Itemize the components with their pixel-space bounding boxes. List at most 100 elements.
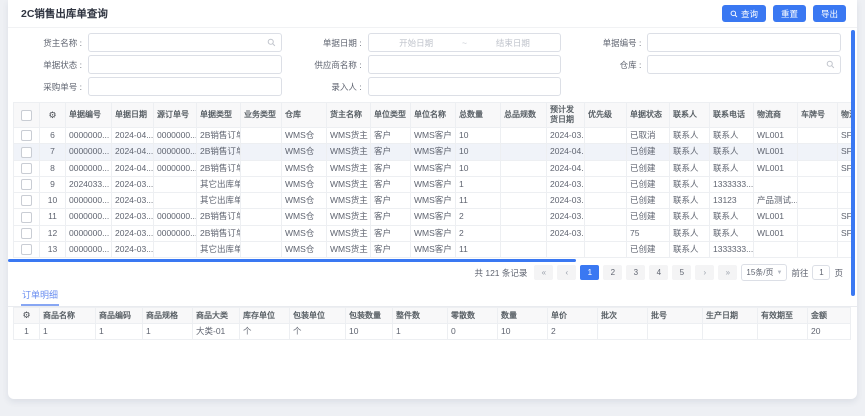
column-settings-icon[interactable]: ⚙ [22,310,30,320]
row-select-cell[interactable] [14,209,40,225]
table-cell: 已创建 [627,209,670,225]
page-button[interactable]: 3 [626,265,645,280]
page-size-select[interactable]: 15条/页▼ [741,264,787,281]
table-row[interactable]: 100000000...2024-03...其它出库单WMS仓WMS货主客户WM… [14,193,855,209]
row-checkbox[interactable] [21,130,32,141]
row-select-cell[interactable] [14,241,40,257]
row-select-cell[interactable] [14,160,40,176]
table-cell: 0000000... [66,128,112,144]
page-button[interactable]: 5 [672,265,691,280]
table-row[interactable]: 70000000...2024-04...0000000...2B销售订单WMS… [14,144,855,160]
table-row[interactable]: 60000000...2024-04...0000000...2B销售订单WMS… [14,128,855,144]
column-header: 生产日期 [703,308,758,324]
table-row[interactable]: 130000000...2024-03...其它出库单WMS仓WMS货主客户WM… [14,241,855,257]
warehouse-input[interactable] [647,55,841,74]
select-all-header[interactable] [14,103,40,128]
table-cell: 9 [40,176,66,192]
doc-no-text-input[interactable] [653,38,835,48]
row-select-cell[interactable] [14,193,40,209]
table-cell: 0000000... [154,209,197,225]
table-cell: 2 [456,225,501,241]
table-cell: WMS货主 [327,225,371,241]
column-settings-header[interactable]: ⚙ [40,103,66,128]
order-detail-table: ⚙商品名称商品编码商品规格商品大类库存单位包装单位包装数量整件数零散数数量单价批… [13,307,851,340]
row-checkbox[interactable] [21,244,32,255]
supplier-name-text-input[interactable] [374,60,556,70]
owner-name-text-input[interactable] [94,38,267,48]
last-page-button[interactable]: » [718,265,737,280]
goto-page-input[interactable] [812,265,830,280]
doc-status-input[interactable] [88,55,282,74]
page-button[interactable]: 2 [603,265,622,280]
table-cell: 0000000... [66,209,112,225]
row-select-cell[interactable] [14,144,40,160]
search-icon [730,10,738,18]
table-cell [648,324,703,340]
owner-name-input[interactable] [88,33,282,52]
table-row[interactable]: 80000000...2024-04...0000000...2B销售订单WMS… [14,160,855,176]
row-checkbox[interactable] [21,195,32,206]
row-checkbox[interactable] [21,147,32,158]
table-cell [241,144,282,160]
table-cell [154,193,197,209]
next-page-button[interactable]: › [695,265,714,280]
start-date-placeholder[interactable]: 开始日期 [374,37,459,49]
table-cell: WMS客户 [411,160,456,176]
doc-no-input[interactable] [647,33,841,52]
table-cell [798,225,838,241]
doc-status-text-input[interactable] [94,60,276,70]
doc-date-input[interactable]: 开始日期~结束日期 [368,33,562,52]
table-cell: WMS客户 [411,144,456,160]
entry-person-input[interactable] [368,77,562,96]
purchase-no-text-input[interactable] [94,82,276,92]
table-row[interactable]: 92024033...2024-03...其它出库单WMS仓WMS货主客户WMS… [14,176,855,192]
toolbar: 查询 重置 导出 [715,5,846,22]
table-row[interactable]: 120000000...2024-03...0000000...2B销售订单WM… [14,225,855,241]
column-header: 单据编号 [66,103,112,128]
vertical-scrollbar[interactable] [851,30,855,296]
row-checkbox[interactable] [21,228,32,239]
table-cell: 联系人 [670,225,710,241]
table-cell: 已创建 [627,176,670,192]
column-settings-header[interactable]: ⚙ [14,308,40,324]
row-checkbox[interactable] [21,163,32,174]
column-header: 物流商 [754,103,798,128]
column-header: 单据类型 [197,103,241,128]
table-row[interactable]: 1111大类-01个个101010220 [14,324,851,340]
table-cell: 联系人 [670,241,710,257]
warehouse-text-input[interactable] [653,60,826,70]
table-cell: 0 [448,324,498,340]
export-button[interactable]: 导出 [813,5,846,22]
column-header: 商品大类 [193,308,240,324]
row-select-cell[interactable] [14,128,40,144]
detail-tabs: 订单明细 [8,285,857,307]
row-checkbox[interactable] [21,212,32,223]
table-cell: 1333333... [710,241,754,257]
column-header: 车牌号 [798,103,838,128]
table-cell: 已创建 [627,193,670,209]
entry-person-text-input[interactable] [374,82,556,92]
page-button[interactable]: 1 [580,265,599,280]
table-row[interactable]: 110000000...2024-03...0000000...2B销售订单WM… [14,209,855,225]
table-cell: WMS货主 [327,209,371,225]
supplier-name-input[interactable] [368,55,562,74]
table-cell: 0000000... [154,225,197,241]
column-header: 货主名称 [327,103,371,128]
column-header: 批号 [648,308,703,324]
first-page-button[interactable]: « [534,265,553,280]
order-detail-tab[interactable]: 订单明细 [21,286,59,306]
row-select-cell[interactable] [14,225,40,241]
page-button[interactable]: 4 [649,265,668,280]
select-all-checkbox[interactable] [21,110,32,121]
table-cell: 12 [40,225,66,241]
prev-page-button[interactable]: ‹ [557,265,576,280]
row-select-cell[interactable] [14,176,40,192]
column-settings-icon[interactable]: ⚙ [48,110,56,120]
search-button[interactable]: 查询 [722,5,766,22]
table-cell: 已创建 [627,144,670,160]
purchase-no-input[interactable] [88,77,282,96]
export-button-label: 导出 [821,8,838,20]
row-checkbox[interactable] [21,179,32,190]
end-date-placeholder[interactable]: 结束日期 [471,37,556,49]
reset-button[interactable]: 重置 [773,5,806,22]
